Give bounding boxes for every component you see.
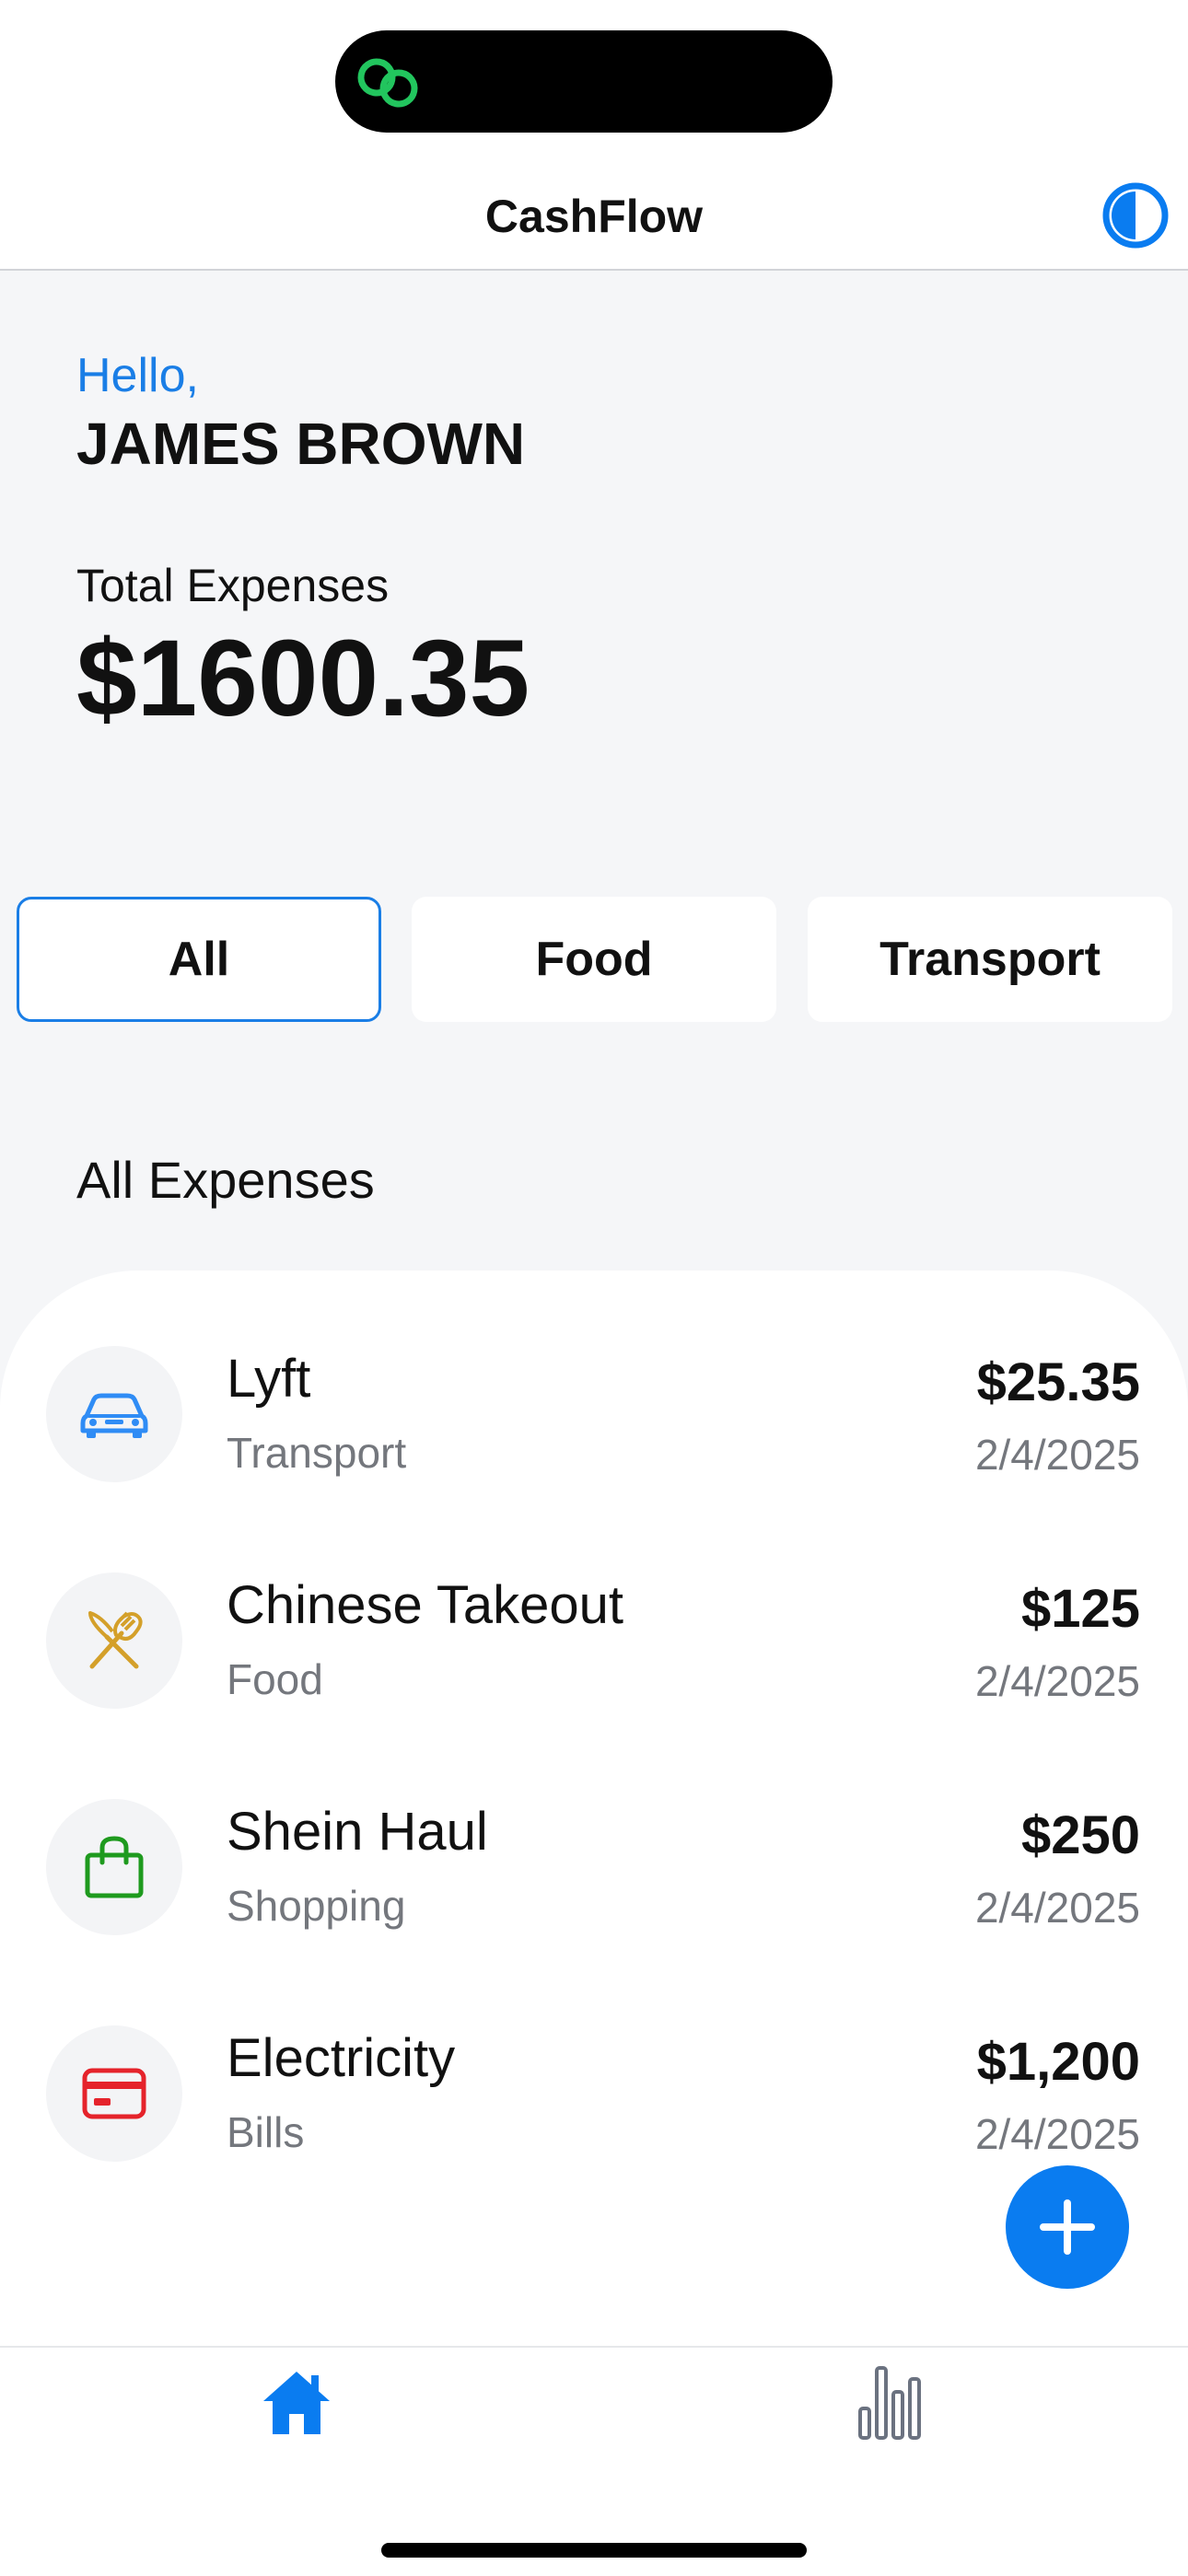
fork-knife-icon xyxy=(88,1611,143,1669)
expense-title: Lyft xyxy=(227,1349,311,1409)
expense-date: 2/4/2025 xyxy=(974,1431,1140,1479)
credit-card-icon xyxy=(82,2068,146,2119)
user-name: JAMES BROWN xyxy=(76,411,526,477)
expense-date: 2/4/2025 xyxy=(974,1884,1140,1932)
home-indicator xyxy=(381,2543,807,2558)
bottom-nav xyxy=(0,2346,1188,2576)
category-icon-badge xyxy=(46,1799,182,1935)
expense-title: Shein Haul xyxy=(227,1802,488,1862)
total-expenses-value: $1600.35 xyxy=(76,618,530,739)
expense-list: Lyft Transport $25.35 2/4/2025 Chinese T… xyxy=(0,1271,1188,2346)
top-bar: CashFlow xyxy=(0,0,1188,271)
expense-category: Transport xyxy=(227,1429,407,1477)
add-expense-button[interactable] xyxy=(1006,2165,1129,2289)
expense-row-chinese-takeout[interactable]: Chinese Takeout Food $125 2/4/2025 xyxy=(0,1572,1188,1757)
expense-row-lyft[interactable]: Lyft Transport $25.35 2/4/2025 xyxy=(0,1346,1188,1530)
home-icon[interactable] xyxy=(260,2366,333,2440)
category-icon-badge xyxy=(46,2025,182,2162)
expense-date: 2/4/2025 xyxy=(974,2110,1140,2158)
category-icon-badge xyxy=(46,1572,182,1709)
total-expenses-label: Total Expenses xyxy=(76,560,390,611)
expense-row-electricity[interactable]: Electricity Bills $1,200 2/4/2025 xyxy=(0,2025,1188,2210)
filter-transport-button[interactable]: Transport xyxy=(808,897,1172,1022)
greeting-hello: Hello, xyxy=(76,349,199,402)
bar-chart-icon[interactable] xyxy=(855,2364,928,2442)
expense-amount: $25.35 xyxy=(976,1352,1140,1412)
expense-date: 2/4/2025 xyxy=(974,1657,1140,1705)
expense-title: Chinese Takeout xyxy=(227,1575,624,1635)
expense-category: Shopping xyxy=(227,1882,406,1930)
app-title: CashFlow xyxy=(484,191,704,242)
car-icon xyxy=(80,1393,148,1438)
link-rings-icon xyxy=(357,58,418,108)
category-icon-badge xyxy=(46,1346,182,1482)
shopping-bag-icon xyxy=(85,1836,144,1898)
expense-amount: $1,200 xyxy=(976,2032,1140,2092)
plus-icon xyxy=(1040,2199,1095,2255)
expense-category: Bills xyxy=(227,2108,305,2156)
expense-amount: $250 xyxy=(1020,1805,1140,1865)
filter-all-button[interactable]: All xyxy=(17,897,381,1022)
filter-food-button[interactable]: Food xyxy=(412,897,776,1022)
expense-row-shein-haul[interactable]: Shein Haul Shopping $250 2/4/2025 xyxy=(0,1799,1188,1983)
dynamic-island xyxy=(335,30,833,133)
theme-toggle-icon[interactable] xyxy=(1101,180,1171,250)
expense-title: Electricity xyxy=(227,2028,456,2088)
expense-amount: $125 xyxy=(1020,1579,1140,1639)
section-title: All Expenses xyxy=(76,1151,375,1209)
expense-category: Food xyxy=(227,1655,323,1703)
